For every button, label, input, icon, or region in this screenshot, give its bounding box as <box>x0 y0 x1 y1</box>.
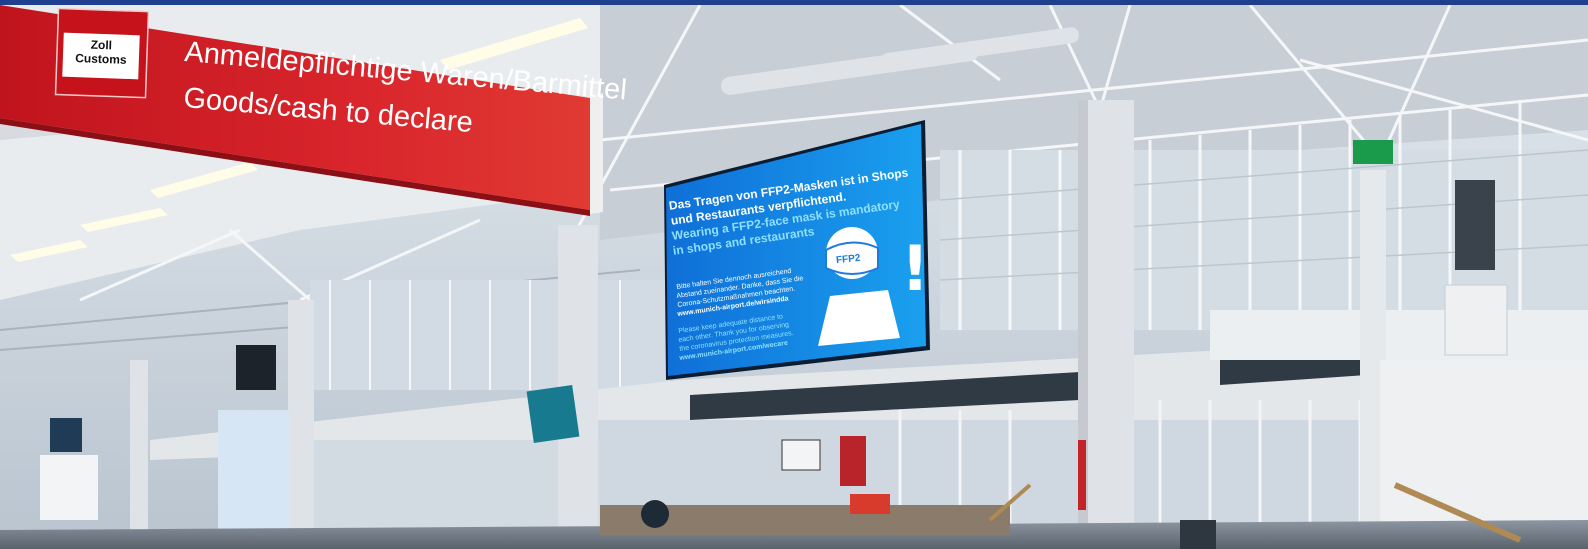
monitor <box>526 385 580 443</box>
window-wall-left <box>310 280 670 390</box>
monitor <box>50 418 82 452</box>
monitor <box>236 345 276 390</box>
zoll-customs-logo: Zoll Customs <box>62 32 140 80</box>
logo-line-customs: Customs <box>74 51 127 67</box>
exclamation-icon: ! <box>901 232 930 305</box>
airport-terminal-scene <box>0 0 1588 549</box>
column <box>130 360 148 549</box>
person-body-icon <box>818 290 900 346</box>
monitor <box>781 439 821 471</box>
column <box>288 300 314 549</box>
exit-sign <box>1353 140 1393 164</box>
